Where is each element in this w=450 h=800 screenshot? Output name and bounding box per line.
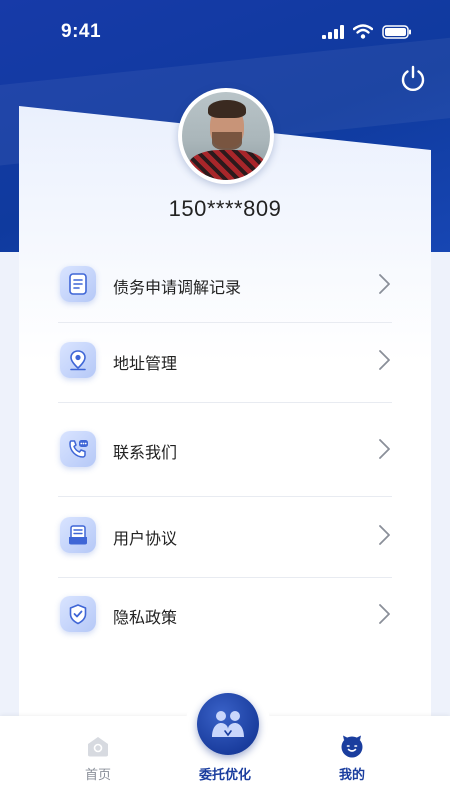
document-icon (60, 266, 96, 302)
chevron-right-icon (379, 525, 390, 545)
divider (58, 322, 392, 323)
menu-item-label: 用户协议 (113, 529, 178, 548)
location-icon (60, 342, 96, 378)
menu-item-debt-mediation-records[interactable]: 债务申请调解记录 (58, 256, 392, 316)
chevron-right-icon (379, 350, 390, 370)
signal-icon (322, 24, 344, 39)
status-bar: 9:41 (0, 0, 450, 66)
status-icons (322, 24, 412, 39)
menu-item-privacy-policy[interactable]: 隐私政策 (58, 586, 392, 646)
battery-icon (382, 24, 411, 39)
avatar-photo (182, 92, 270, 180)
avatar[interactable] (178, 88, 274, 184)
tab-mine-label: 我的 (338, 768, 365, 783)
people-icon (212, 711, 244, 737)
tab-home-label: 首页 (84, 768, 111, 783)
wifi-icon (353, 24, 373, 39)
tab-delegate-optimize-button[interactable] (197, 693, 259, 755)
logout-power-button[interactable] (399, 64, 427, 92)
tab-delegate-optimize-label: 委托优化 (198, 768, 251, 783)
user-phone-number: 150****809 (168, 196, 282, 221)
menu-item-user-agreement[interactable]: 用户协议 (58, 507, 392, 567)
chevron-right-icon (379, 439, 390, 459)
power-icon (401, 65, 425, 92)
menu-item-contact-us[interactable]: 联系我们 (58, 421, 392, 481)
chevron-right-icon (379, 604, 390, 624)
tab-home[interactable]: 首页 (53, 720, 143, 790)
chevron-right-icon (379, 274, 390, 294)
agreement-icon (60, 517, 96, 553)
divider (58, 402, 392, 403)
menu-item-label: 地址管理 (113, 354, 178, 373)
phone-chat-icon (60, 431, 96, 467)
home-icon (88, 737, 108, 757)
user-face-icon (341, 735, 363, 758)
divider (58, 577, 392, 578)
status-time: 9:41 (61, 21, 102, 42)
shield-check-icon (60, 596, 96, 632)
menu-item-label: 债务申请调解记录 (113, 278, 242, 297)
tab-mine[interactable]: 我的 (307, 720, 397, 790)
menu-item-address-management[interactable]: 地址管理 (58, 332, 392, 392)
menu-item-label: 联系我们 (113, 443, 178, 462)
menu-item-label: 隐私政策 (113, 608, 178, 627)
divider (58, 496, 392, 497)
